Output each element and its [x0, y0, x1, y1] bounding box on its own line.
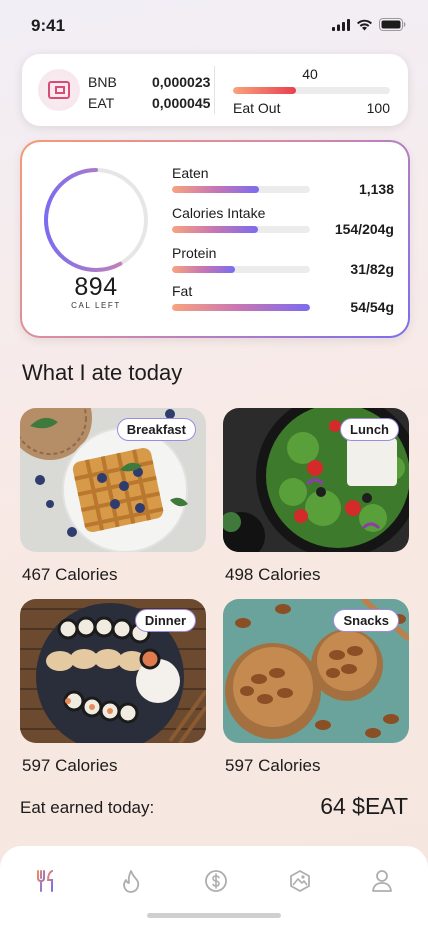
- section-title: What I ate today: [22, 360, 183, 385]
- meal-calories-dinner: 597 Calories: [22, 756, 118, 775]
- meal-calories-snacks: 597 Calories: [225, 756, 321, 775]
- eat-out-max: 100: [366, 100, 390, 116]
- token-amount-bnb: 0,000023: [152, 74, 211, 90]
- stat-progress-track: [172, 226, 310, 233]
- stat-value: 54/54g: [350, 299, 394, 315]
- nav-gallery[interactable]: [285, 866, 315, 896]
- token-amount-eat: 0,000045: [152, 95, 211, 111]
- stat-protein: Protein 31/82g: [172, 245, 394, 277]
- home-indicator: [147, 913, 281, 918]
- stat-progress-track: [172, 186, 310, 193]
- eat-out-progress-fill: [233, 87, 296, 94]
- status-bar: 9:41: [0, 0, 428, 50]
- eat-logo-icon: [48, 81, 70, 99]
- eat-out-label: Eat Out: [233, 100, 281, 116]
- eat-earned-label: Eat earned today:: [20, 798, 155, 817]
- stat-value: 1,138: [358, 181, 394, 197]
- calories-left-value: 894: [74, 273, 118, 301]
- nav-meals[interactable]: [31, 866, 61, 896]
- eat-token-logo: [38, 69, 80, 111]
- meal-card-breakfast[interactable]: Breakfast: [20, 408, 206, 552]
- stat-progress-track: [172, 304, 310, 311]
- wallet-card[interactable]: BNB EAT 0,000023 0,000045 40 Eat Out 100: [22, 54, 408, 126]
- nav-burn[interactable]: [116, 866, 146, 896]
- stat-label: Calories Intake: [172, 205, 266, 221]
- token-symbol-eat: EAT: [88, 95, 115, 111]
- fork-knife-icon: [37, 870, 53, 892]
- token-symbol-bnb: BNB: [88, 74, 117, 90]
- stat-progress-fill: [172, 186, 259, 193]
- eat-out-progress-track: [233, 87, 390, 94]
- calories-left-label: CAL LEFT: [71, 301, 121, 310]
- stat-label: Protein: [172, 245, 217, 261]
- meal-card-snacks[interactable]: Snacks: [223, 599, 409, 743]
- cellular-signal-icon: [332, 18, 350, 31]
- stat-calories-intake: Calories Intake 154/204g: [172, 205, 394, 237]
- dollar-coin-icon: [205, 870, 227, 892]
- status-time: 9:41: [31, 16, 66, 35]
- user-icon: [372, 870, 392, 892]
- nav-profile[interactable]: [367, 866, 397, 896]
- stat-eaten: Eaten 1,138: [172, 165, 394, 197]
- meal-badge-breakfast: Breakfast: [116, 418, 196, 441]
- stat-fat: Fat 54/54g: [172, 283, 394, 315]
- stat-label: Eaten: [172, 165, 209, 181]
- nutrition-card-body: 894 CAL LEFT Eaten 1,138 Calories Intake…: [22, 142, 408, 336]
- token-amounts: 0,000023 0,000045: [152, 72, 210, 114]
- stat-value: 31/82g: [350, 261, 394, 277]
- stat-progress-fill: [172, 266, 236, 273]
- stat-progress-track: [172, 266, 310, 273]
- eat-earned-value: 64 $EAT: [320, 793, 408, 819]
- stat-value: 154/204g: [334, 221, 394, 237]
- bottom-navigation: [0, 846, 428, 926]
- meal-card-lunch[interactable]: Lunch: [223, 408, 409, 552]
- meal-badge-dinner: Dinner: [134, 609, 196, 632]
- calories-ring: [44, 168, 148, 272]
- wifi-icon: [357, 19, 372, 30]
- mountain-image-icon: [290, 870, 310, 892]
- meal-calories-lunch: 498 Calories: [225, 565, 321, 584]
- meal-calories-breakfast: 467 Calories: [22, 565, 118, 584]
- stat-progress-fill: [172, 304, 310, 311]
- stat-label: Fat: [172, 283, 193, 299]
- wallet-divider: [214, 66, 215, 114]
- meal-card-dinner[interactable]: Dinner: [20, 599, 206, 743]
- flame-icon: [123, 870, 140, 893]
- meal-badge-snacks: Snacks: [333, 609, 399, 632]
- token-symbols: BNB EAT: [88, 72, 117, 114]
- stat-progress-fill: [172, 226, 258, 233]
- battery-icon: [379, 18, 406, 31]
- nav-wallet[interactable]: [201, 866, 231, 896]
- meal-badge-lunch: Lunch: [340, 418, 399, 441]
- status-icons: [332, 18, 406, 31]
- eat-out-current: 40: [302, 66, 318, 82]
- nutrition-summary-card[interactable]: 894 CAL LEFT Eaten 1,138 Calories Intake…: [20, 140, 410, 338]
